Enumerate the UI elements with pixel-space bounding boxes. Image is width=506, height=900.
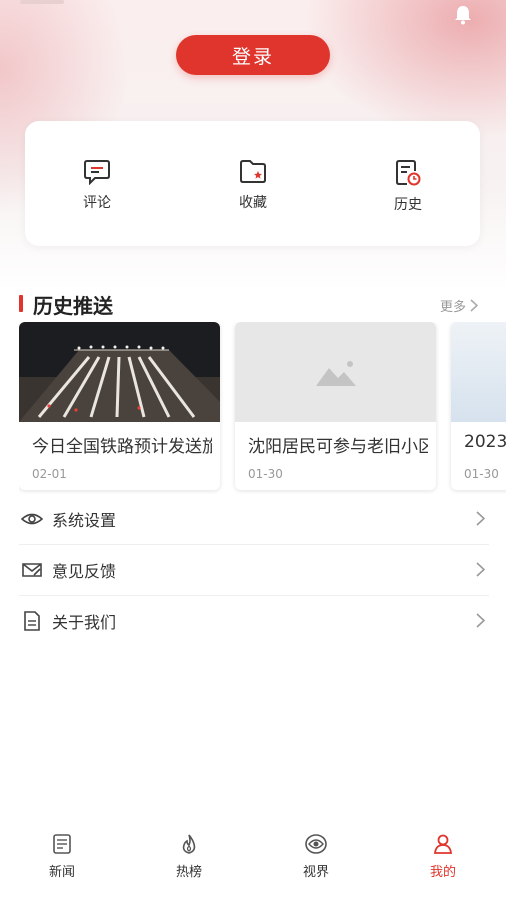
chevron-right-icon [470,299,479,312]
tab-vision[interactable]: 视界 [281,833,351,880]
bottom-tab-bar: 新闻 热榜 视界 我的 [0,825,506,900]
quick-actions-card: 评论 收藏 历史 [25,121,480,246]
news-card-title: 沈阳居民可参与老旧小区改造 [248,437,428,457]
flame-icon [182,834,196,854]
tab-label: 新闻 [48,865,75,880]
quick-action-label: 历史 [394,197,422,213]
menu-item-about-us[interactable]: 关于我们 [19,596,489,646]
history-cards-strip[interactable]: 今日全国铁路预计发送旅客 02-01 沈阳居民可参与老旧小区改造 01-30 2… [19,322,506,494]
news-card[interactable]: 沈阳居民可参与老旧小区改造 01-30 [235,322,436,490]
quick-action-history[interactable]: 历史 [368,159,448,214]
news-card[interactable]: 2023 01-30 [451,322,506,490]
history-icon [396,160,421,186]
menu-item-feedback[interactable]: 意见反馈 [19,545,489,596]
tab-hot-list[interactable]: 热榜 [154,833,224,880]
news-icon [53,834,71,854]
tab-label: 我的 [429,865,456,880]
sky-photo [451,322,506,422]
quick-action-favorite[interactable]: 收藏 [213,159,293,212]
comment-icon [84,160,110,185]
user-icon [433,834,453,854]
chevron-right-icon [476,562,485,577]
news-card-title: 今日全国铁路预计发送旅客 [32,437,212,457]
tab-mine[interactable]: 我的 [408,833,478,880]
tab-label: 视界 [302,865,329,880]
menu-item-label: 关于我们 [52,613,117,632]
news-card-title: 2023 [464,432,506,452]
login-button[interactable]: 登录 [176,35,330,75]
quick-action-comment[interactable]: 评论 [57,159,137,212]
section-title: 历史推送 [33,294,113,318]
news-card[interactable]: 今日全国铁路预计发送旅客 02-01 [19,322,220,490]
image-placeholder-icon [316,361,356,386]
menu-item-label: 系统设置 [52,511,117,530]
bell-icon[interactable] [452,4,474,26]
more-link[interactable]: 更多 [440,296,479,315]
eye-settings-icon [21,513,43,525]
menu-item-label: 意见反馈 [52,562,117,581]
more-label: 更多 [440,300,467,315]
status-bar-indicator [20,0,64,4]
tab-label: 热榜 [175,865,202,880]
menu-item-system-settings[interactable]: 系统设置 [19,494,489,545]
chevron-right-icon [476,511,485,526]
chevron-right-icon [476,613,485,628]
news-card-thumbnail [235,322,436,422]
mail-feedback-icon [22,563,42,577]
railway-night-photo [19,322,220,422]
document-icon [24,611,40,631]
tab-news[interactable]: 新闻 [27,833,97,880]
favorite-folder-icon [240,160,266,183]
settings-menu: 系统设置 意见反馈 关于我们 [19,494,489,646]
quick-action-label: 收藏 [239,195,267,211]
news-card-date: 01-30 [464,467,499,481]
section-accent-bar [19,295,23,312]
quick-action-label: 评论 [83,195,111,211]
news-card-date: 02-01 [32,467,67,481]
vision-icon [305,834,327,854]
news-card-date: 01-30 [248,467,283,481]
